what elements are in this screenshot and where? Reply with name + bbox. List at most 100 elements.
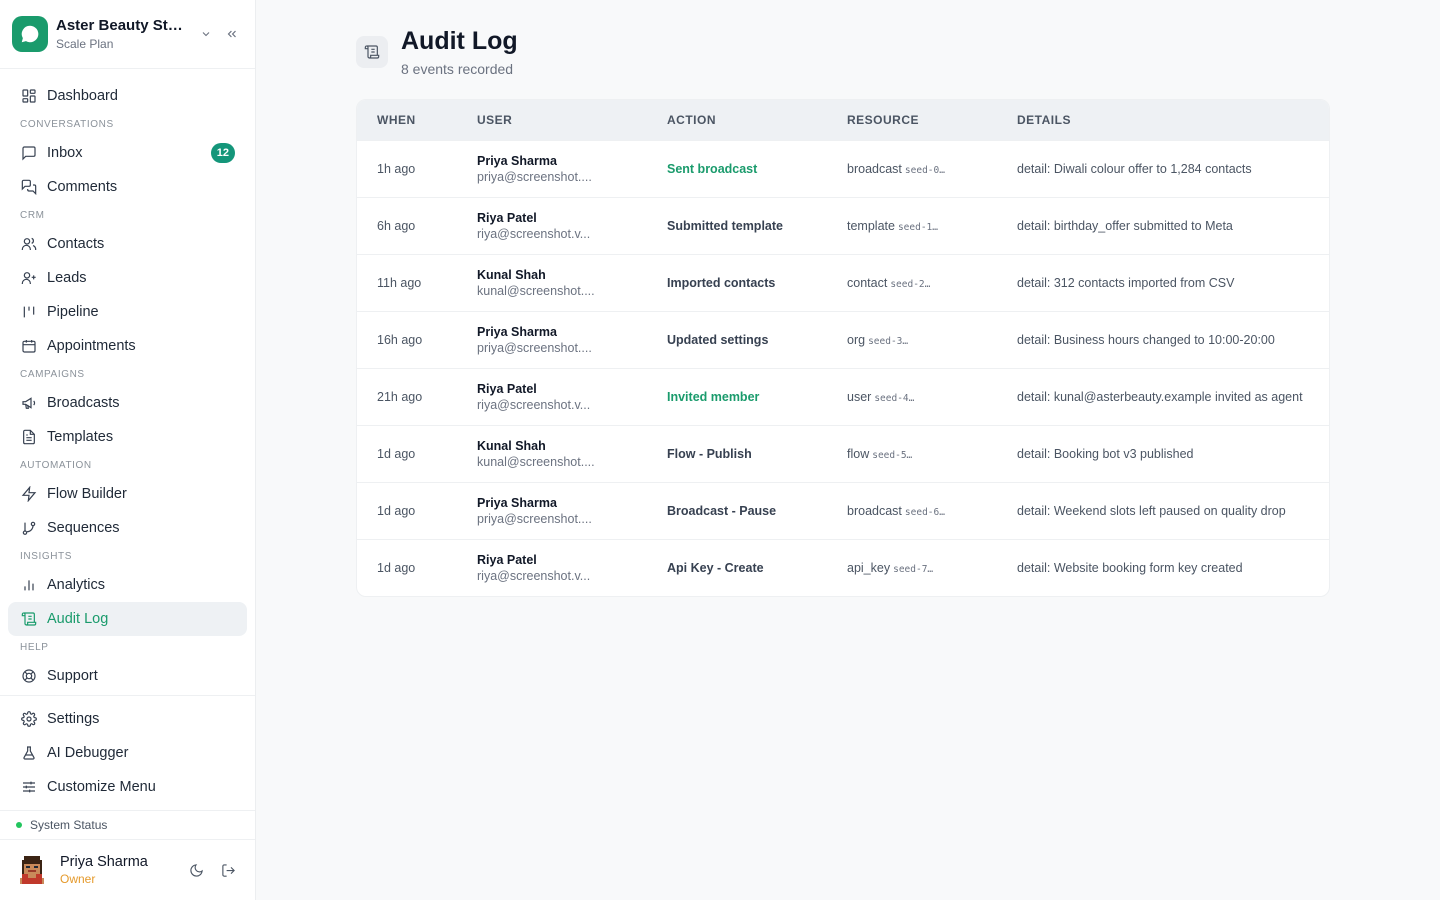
sidebar-item-ai-debugger[interactable]: AI Debugger bbox=[8, 736, 247, 770]
sidebar-item-appointments[interactable]: Appointments bbox=[8, 329, 247, 363]
action-label: Sent broadcast bbox=[667, 161, 758, 176]
user-name: Kunal Shah bbox=[477, 438, 546, 453]
cell-user: Kunal Shah kunal@screenshot.... bbox=[457, 254, 647, 311]
zap-icon bbox=[20, 485, 38, 503]
sidebar-item-broadcasts[interactable]: Broadcasts bbox=[8, 386, 247, 420]
org-switcher[interactable]: Aster Beauty Stu... Scale Plan bbox=[0, 0, 255, 69]
cell-details: detail: Business hours changed to 10:00-… bbox=[1017, 332, 1275, 347]
sidebar: Aster Beauty Stu... Scale Plan Dashboard… bbox=[0, 0, 256, 900]
resource-type: user bbox=[847, 389, 872, 404]
sidebar-item-label: AI Debugger bbox=[47, 745, 129, 761]
avatar[interactable] bbox=[16, 854, 48, 886]
user-email: kunal@screenshot.... bbox=[477, 283, 595, 298]
cell-when: 16h ago bbox=[377, 332, 423, 347]
section-label: CONVERSATIONS bbox=[20, 119, 114, 130]
cell-user: Priya Sharma priya@screenshot.... bbox=[457, 140, 647, 197]
resource-id: seed-2… bbox=[890, 278, 931, 290]
action-label: Updated settings bbox=[667, 332, 769, 347]
sidebar-item-label: Contacts bbox=[47, 236, 105, 252]
cell-user: Riya Patel riya@screenshot.v... bbox=[457, 197, 647, 254]
sidebar-item-templates[interactable]: Templates bbox=[8, 420, 247, 454]
cell-when: 6h ago bbox=[377, 218, 416, 233]
logout-icon[interactable] bbox=[217, 859, 239, 881]
table-row[interactable]: 1d ago Riya Patel riya@screenshot.v... Api … bbox=[357, 539, 1329, 596]
sidebar-item-sequences[interactable]: Sequences bbox=[8, 511, 247, 545]
cell-details: detail: Website booking form key created bbox=[1017, 560, 1243, 575]
cell-when: 1d ago bbox=[377, 560, 416, 575]
collapse-sidebar-icon[interactable] bbox=[221, 23, 243, 45]
cell-resource: broadcast seed-6… bbox=[827, 482, 997, 539]
table-row[interactable]: 21h ago Riya Patel riya@screenshot.v... Inv… bbox=[357, 368, 1329, 425]
table-row[interactable]: 1d ago Priya Sharma priya@screenshot.... Br… bbox=[357, 482, 1329, 539]
life-buoy-icon bbox=[20, 667, 38, 685]
sidebar-item-settings[interactable]: Settings bbox=[8, 702, 247, 736]
resource-type: broadcast bbox=[847, 503, 902, 518]
resource-type: flow bbox=[847, 446, 870, 461]
resource-id: seed-7… bbox=[893, 563, 934, 575]
sidebar-item-flow-builder[interactable]: Flow Builder bbox=[8, 477, 247, 511]
resource-id: seed-6… bbox=[904, 506, 945, 518]
action-label: Flow - Publish bbox=[667, 446, 752, 461]
table-row[interactable]: 11h ago Kunal Shah kunal@screenshot.... Imp… bbox=[357, 254, 1329, 311]
sidebar-item-customize-menu[interactable]: Customize Menu bbox=[8, 770, 247, 804]
user-email: kunal@screenshot.... bbox=[477, 454, 595, 469]
table-row[interactable]: 16h ago Priya Sharma priya@screenshot.... U… bbox=[357, 311, 1329, 368]
sidebar-item-contacts[interactable]: Contacts bbox=[8, 227, 247, 261]
action-label: Broadcast - Pause bbox=[667, 503, 777, 518]
user-email: priya@screenshot.... bbox=[477, 169, 592, 184]
resource-id: seed-3… bbox=[868, 335, 909, 347]
sidebar-item-inbox[interactable]: Inbox 12 bbox=[8, 136, 247, 170]
resource-type: api_key bbox=[847, 560, 891, 575]
column-header-when: WHEN bbox=[377, 112, 416, 127]
user-email: riya@screenshot.v... bbox=[477, 397, 591, 412]
cell-resource: template seed-1… bbox=[827, 197, 997, 254]
section-label: HELP bbox=[20, 642, 49, 653]
bar-chart-icon bbox=[20, 576, 38, 594]
resource-type: contact bbox=[847, 275, 888, 290]
cell-when: 11h ago bbox=[377, 275, 422, 290]
column-header-action: ACTION bbox=[667, 112, 716, 127]
moon-icon[interactable] bbox=[185, 859, 207, 881]
cell-user: Priya Sharma priya@screenshot.... bbox=[457, 482, 647, 539]
sidebar-item-analytics[interactable]: Analytics bbox=[8, 568, 247, 602]
sidebar-item-label: Customize Menu bbox=[47, 779, 156, 795]
column-header-details: DETAILS bbox=[1017, 112, 1071, 127]
page-subtitle: 8 events recorded bbox=[401, 61, 514, 77]
git-branch-icon bbox=[20, 519, 38, 537]
sidebar-item-leads[interactable]: Leads bbox=[8, 261, 247, 295]
sidebar-item-label: Leads bbox=[47, 270, 87, 286]
megaphone-icon bbox=[20, 394, 38, 412]
sidebar-item-audit-log[interactable]: Audit Log bbox=[8, 602, 247, 636]
sidebar-item-comments[interactable]: Comments bbox=[8, 170, 247, 204]
cell-action: Updated settings bbox=[647, 311, 827, 368]
cell-user: Priya Sharma priya@screenshot.... bbox=[457, 311, 647, 368]
chevron-down-icon[interactable] bbox=[195, 23, 217, 45]
user-name: Priya Sharma bbox=[477, 324, 557, 339]
table-row[interactable]: 1d ago Kunal Shah kunal@screenshot.... Flow… bbox=[357, 425, 1329, 482]
cell-details: detail: Booking bot v3 published bbox=[1017, 446, 1194, 461]
user-role: Owner bbox=[60, 872, 96, 886]
table-row[interactable]: 6h ago Riya Patel riya@screenshot.v... Subm… bbox=[357, 197, 1329, 254]
sidebar-item-pipeline[interactable]: Pipeline bbox=[8, 295, 247, 329]
system-status-label: System Status bbox=[30, 818, 108, 832]
cell-details: detail: kunal@asterbeauty.example invite… bbox=[1017, 389, 1303, 404]
resource-type: org bbox=[847, 332, 866, 347]
sidebar-item-label: Analytics bbox=[47, 577, 106, 593]
calendar-icon bbox=[20, 337, 38, 355]
table-row[interactable]: 1h ago Priya Sharma priya@screenshot.... Se… bbox=[357, 140, 1329, 197]
cell-user: Riya Patel riya@screenshot.v... bbox=[457, 539, 647, 596]
sidebar-item-label: Dashboard bbox=[47, 88, 118, 104]
inbox-count-badge: 12 bbox=[210, 143, 235, 163]
section-label: INSIGHTS bbox=[20, 551, 73, 562]
sidebar-item-support[interactable]: Support bbox=[8, 659, 247, 693]
user-name: Priya Sharma bbox=[477, 153, 557, 168]
sidebar-item-dashboard[interactable]: Dashboard bbox=[8, 79, 247, 113]
comments-icon bbox=[20, 178, 38, 196]
user-email: riya@screenshot.v... bbox=[477, 226, 591, 241]
action-label: Invited member bbox=[667, 389, 760, 404]
gear-icon bbox=[20, 710, 38, 728]
user-name: Riya Patel bbox=[477, 210, 537, 225]
system-status[interactable]: System Status bbox=[0, 810, 255, 840]
section-label: AUTOMATION bbox=[20, 460, 92, 471]
sidebar-item-label: Flow Builder bbox=[47, 486, 127, 502]
